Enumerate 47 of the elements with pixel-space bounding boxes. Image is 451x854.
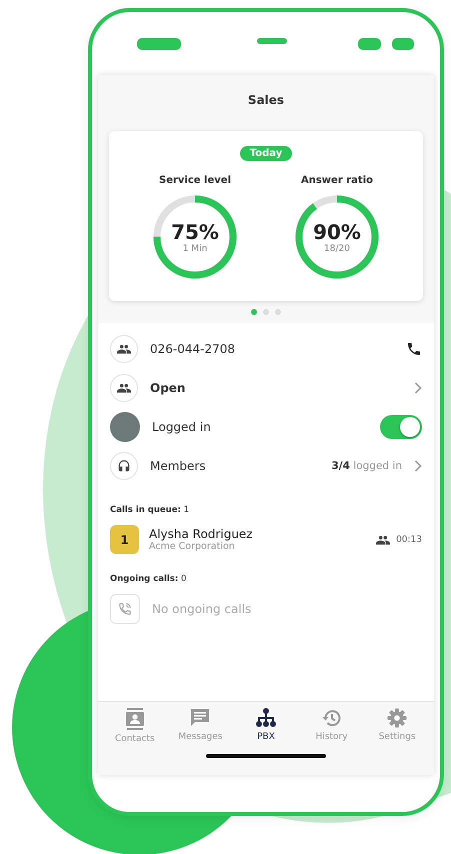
row-label: Members: [150, 458, 207, 472]
group-icon: [117, 344, 131, 354]
wait-time: 00:13: [396, 534, 422, 544]
sensor-pill: [392, 38, 414, 50]
tab[interactable]: Settings: [366, 708, 428, 744]
phone-ringing-icon: [118, 602, 132, 616]
sensor-pill: [257, 38, 287, 44]
pager-dot[interactable]: [263, 309, 269, 315]
period-badge: Today: [240, 146, 292, 161]
history-icon: [322, 708, 342, 728]
gauge-subtext: 18/20: [324, 244, 350, 254]
tab[interactable]: Contacts: [104, 708, 166, 744]
group-icon: [117, 382, 131, 392]
gauge-subtext: 1 Min: [182, 244, 208, 254]
caller-company: Acme Corporation: [149, 541, 236, 552]
sensor-pill: [358, 38, 381, 50]
org-chart-icon: [256, 708, 276, 728]
toggle-switch[interactable]: [380, 414, 422, 438]
empty-message: No ongoing calls: [152, 602, 252, 616]
row-label: Logged in: [152, 420, 212, 434]
section-heading: Calls in queue: 1: [110, 505, 190, 515]
contact-card-icon: [124, 708, 145, 730]
pager-dot[interactable]: [251, 309, 257, 315]
screen-title: Sales: [98, 75, 434, 125]
speaker-pill: [137, 38, 181, 50]
headset-icon: [117, 458, 131, 472]
tab[interactable]: PBX: [234, 708, 297, 744]
section-heading: Ongoing calls: 0: [110, 574, 188, 584]
gauge-value: 90%: [313, 220, 361, 244]
group-icon: [376, 534, 390, 544]
row-label: 026-044-2708: [150, 342, 236, 356]
gear-icon: [387, 708, 408, 728]
queue-position: 1: [110, 525, 139, 554]
message-icon: [190, 708, 210, 728]
phone-icon[interactable]: [406, 340, 422, 356]
avatar-placeholder: [110, 412, 140, 442]
gauge-label: Service level: [159, 175, 231, 186]
tab[interactable]: History: [300, 708, 363, 744]
pager-dot[interactable]: [275, 309, 281, 315]
chevron-right-icon[interactable]: [414, 382, 422, 394]
chevron-right-icon[interactable]: [414, 460, 422, 472]
members-count: 3/4 logged in: [332, 460, 402, 472]
gauge-label: Answer ratio: [300, 175, 373, 186]
gauge-value: 75%: [171, 220, 219, 244]
tab[interactable]: Messages: [169, 708, 232, 744]
caller-name: Alysha Rodriguez: [149, 527, 254, 541]
row-label: Open: [150, 380, 186, 394]
